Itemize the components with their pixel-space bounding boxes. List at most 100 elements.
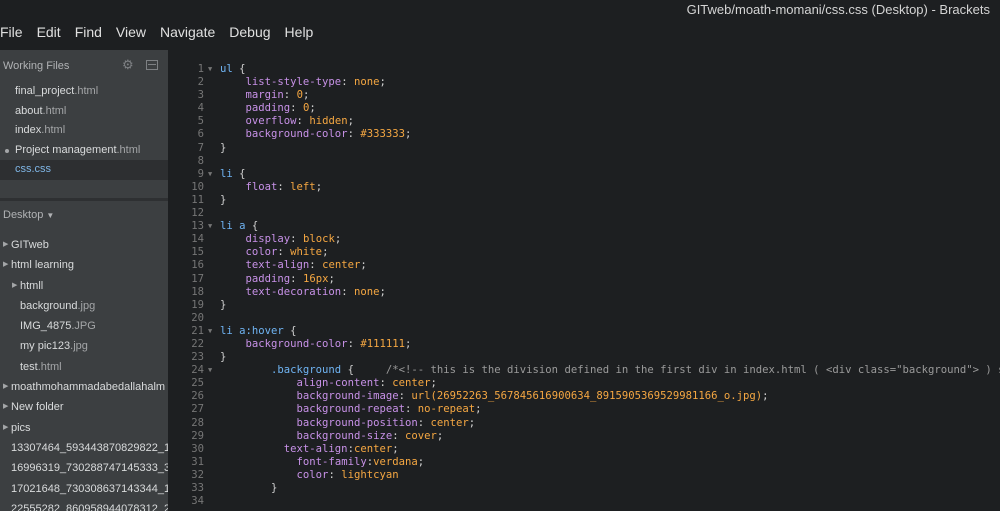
code-line[interactable]: } (220, 299, 1000, 312)
menu-help[interactable]: Help (285, 20, 321, 46)
code-area[interactable]: ul { list-style-type: none; margin: 0; p… (220, 63, 1000, 508)
line-number-text: 24 (191, 364, 204, 377)
code-token: left (290, 180, 316, 193)
code-line[interactable] (220, 207, 1000, 220)
line-number-text: 26 (191, 390, 204, 403)
working-file-item[interactable]: index.html (0, 121, 168, 141)
tree-file[interactable]: test.html (0, 357, 168, 377)
tree-folder[interactable]: ▶ htmll (0, 276, 168, 296)
line-number-text: 27 (191, 403, 204, 416)
tree-file[interactable]: 13307464_593443870829822_17 (0, 438, 168, 458)
code-line[interactable]: background-image: url(26952263_567845616… (220, 390, 1000, 403)
code-token: no-repeat (417, 403, 476, 416)
code-token: ; (302, 89, 310, 102)
tree-file[interactable]: 17021648_730308637143344_14 (0, 479, 168, 499)
code-token: none (353, 285, 380, 298)
code-line[interactable]: } (220, 482, 1000, 495)
fold-arrow-icon[interactable]: ▼ (208, 364, 212, 377)
working-file-item[interactable]: Project management.html (0, 141, 168, 161)
code-line[interactable]: ul { (220, 63, 1000, 76)
tree-folder[interactable]: ▶ GITweb (0, 235, 168, 255)
line-number-text: 29 (191, 429, 204, 442)
menu-file[interactable]: File (0, 20, 30, 46)
chevron-right-icon[interactable]: ▶ (3, 377, 8, 397)
code-token: : (290, 272, 303, 285)
code-line[interactable]: } (220, 142, 1000, 155)
code-line[interactable]: list-style-type: none; (220, 76, 1000, 89)
code-line[interactable]: text-align: center; (220, 259, 1000, 272)
gear-icon[interactable]: ⚙ (122, 58, 136, 72)
line-number-text: 15 (191, 246, 204, 259)
fold-arrow-icon[interactable]: ▼ (208, 220, 212, 233)
code-line[interactable]: align-content: center; (220, 377, 1000, 390)
tree-file[interactable]: my pic123.jpg (0, 336, 168, 356)
line-number: 13 ▼ (168, 220, 212, 233)
code-token: none (353, 76, 380, 89)
code-line[interactable]: float: left; (220, 181, 1000, 194)
code-line[interactable]: } (220, 351, 1000, 364)
tree-file[interactable]: IMG_4875.JPG (0, 316, 168, 336)
menu-edit[interactable]: Edit (37, 20, 68, 46)
code-editor[interactable]: 1 ▼ 2 3 4 5 6 7 8 9 ▼ 10 11 12 13 ▼ 14 15 16 17 18 19 20 21 ▼ 22 2… (168, 50, 1000, 511)
chevron-right-icon[interactable]: ▶ (3, 397, 8, 417)
code-line[interactable]: .background { /*<!-- this is the divisio… (220, 364, 1000, 377)
tree-file[interactable]: 16996319_730288747145333_34 (0, 458, 168, 478)
chevron-right-icon[interactable]: ▶ (3, 418, 8, 438)
code-line[interactable]: text-align:center; (220, 443, 1000, 456)
code-line[interactable]: overflow: hidden; (220, 115, 1000, 128)
code-line[interactable] (220, 312, 1000, 325)
line-number-text: 5 (197, 115, 204, 128)
chevron-right-icon[interactable]: ▶ (3, 255, 8, 275)
fold-arrow-icon[interactable]: ▼ (208, 63, 212, 76)
project-dropdown[interactable]: Desktop ▼ (3, 209, 54, 221)
code-line[interactable]: font-family:verdana; (220, 456, 1000, 469)
tree-folder[interactable]: ▶ New folder (0, 397, 168, 417)
tree-file[interactable]: 22555282_860958944078312_20 (0, 499, 168, 511)
line-number: 12 (168, 207, 204, 220)
code-line[interactable]: background-color: #333333; (220, 128, 1000, 141)
code-line[interactable]: padding: 16px; (220, 273, 1000, 286)
code-line[interactable]: background-color: #111111; (220, 338, 1000, 351)
code-line[interactable]: li { (220, 168, 1000, 181)
code-line[interactable]: color: lightcyan (220, 469, 1000, 482)
file-name: Project management (15, 143, 117, 156)
code-token: : (347, 337, 361, 350)
menu-debug[interactable]: Debug (229, 20, 277, 46)
working-file-item[interactable]: css.css (0, 160, 168, 180)
tree-folder[interactable]: ▶ pics (0, 418, 168, 438)
working-file-item[interactable]: about.html (0, 102, 168, 122)
code-line[interactable] (220, 155, 1000, 168)
menu-view[interactable]: View (116, 20, 153, 46)
menu-find[interactable]: Find (75, 20, 109, 46)
chevron-right-icon[interactable]: ▶ (3, 235, 8, 255)
menu-navigate[interactable]: Navigate (160, 20, 222, 46)
working-file-item[interactable]: final_project.html (0, 82, 168, 102)
chevron-right-icon[interactable]: ▶ (12, 276, 17, 296)
tree-file[interactable]: background.jpg (0, 296, 168, 316)
code-line[interactable]: margin: 0; (220, 89, 1000, 102)
line-number: 26 (168, 390, 204, 403)
code-line[interactable]: } (220, 194, 1000, 207)
code-token: 16px (302, 272, 329, 285)
tree-item-extension: .jpg (77, 299, 96, 312)
code-line[interactable]: color: white; (220, 246, 1000, 259)
code-line[interactable]: li a:hover { (220, 325, 1000, 338)
code-line[interactable]: padding: 0; (220, 102, 1000, 115)
code-line[interactable] (220, 495, 1000, 508)
code-line[interactable]: display: block; (220, 233, 1000, 246)
code-line[interactable]: background-size: cover; (220, 430, 1000, 443)
tree-item-name: GITweb (11, 239, 49, 251)
code-line[interactable]: li a { (220, 220, 1000, 233)
code-token: cover (404, 429, 437, 442)
split-view-icon[interactable] (146, 60, 158, 70)
line-number: 7 (168, 142, 204, 155)
fold-arrow-icon[interactable]: ▼ (208, 168, 212, 181)
tree-folder[interactable]: ▶ moathmohammadabedallahalm (0, 377, 168, 397)
code-line[interactable]: text-decoration: none; (220, 286, 1000, 299)
fold-arrow-icon[interactable]: ▼ (208, 325, 212, 338)
code-line[interactable]: background-position: center; (220, 417, 1000, 430)
tree-folder[interactable]: ▶ html learning (0, 255, 168, 275)
code-line[interactable]: background-repeat: no-repeat; (220, 403, 1000, 416)
